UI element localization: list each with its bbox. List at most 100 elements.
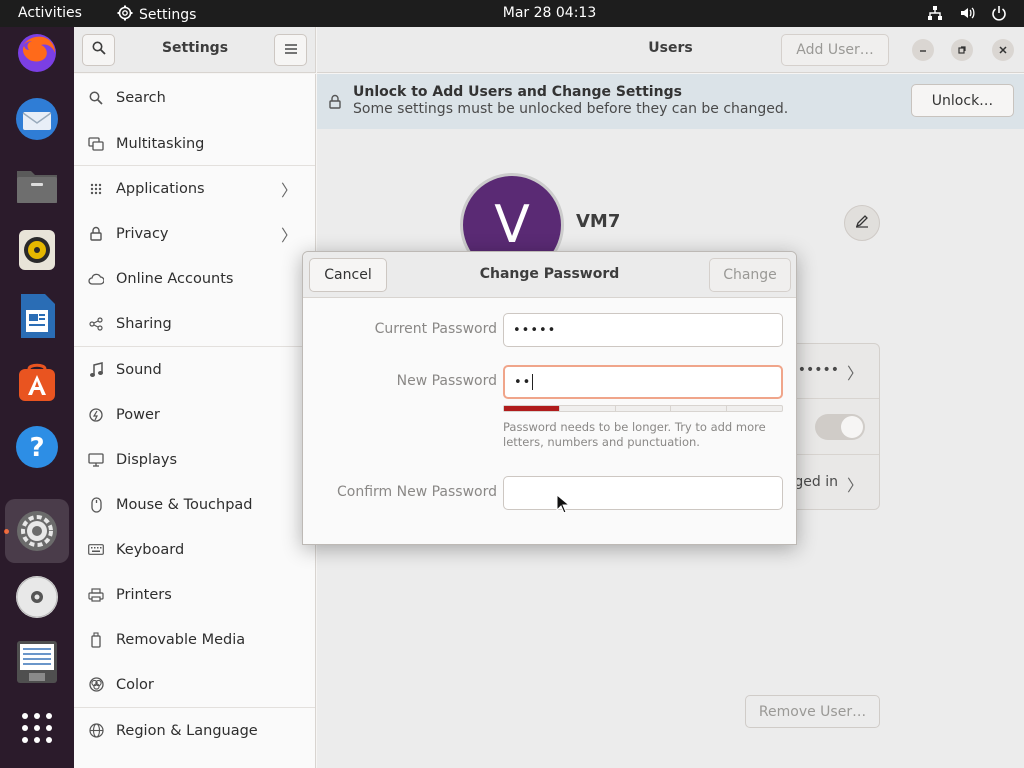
power-icon[interactable]: [990, 4, 1008, 22]
account-activity-value: ged in: [794, 474, 838, 490]
change-button[interactable]: Change: [709, 258, 791, 292]
system-tray[interactable]: [926, 4, 1008, 22]
ubuntu-software-icon[interactable]: [13, 357, 61, 405]
avatar-initial: V: [494, 195, 530, 255]
sidebar-item-label: Displays: [116, 451, 178, 468]
sidebar-item-label: Privacy: [116, 225, 169, 242]
confirm-password-field[interactable]: [503, 476, 783, 510]
sidebar-item-label: Online Accounts: [116, 270, 234, 287]
dvd-icon[interactable]: [13, 573, 61, 621]
text-editor-icon[interactable]: [13, 638, 61, 686]
current-password-field[interactable]: •••••: [503, 313, 783, 347]
remove-user-button[interactable]: Remove User…: [745, 695, 880, 728]
sidebar-item-privacy[interactable]: Privacy 〉: [74, 211, 315, 256]
sidebar-item-label: Printers: [116, 586, 172, 603]
sidebar-item-label: Removable Media: [116, 631, 246, 648]
show-applications-icon[interactable]: [13, 704, 61, 752]
power-icon: [87, 406, 105, 424]
removable-media-icon: [87, 631, 105, 649]
sidebar-item-label: Color: [116, 676, 154, 693]
sidebar-item-mouse-touchpad[interactable]: Mouse & Touchpad: [74, 482, 315, 527]
sidebar-item-applications[interactable]: Applications 〉: [74, 166, 315, 211]
svg-text:?: ?: [29, 433, 44, 463]
content-header: Users Add User…: [317, 27, 1024, 73]
text-cursor: [532, 374, 534, 390]
sidebar-item-sound[interactable]: Sound: [74, 347, 315, 392]
firefox-icon[interactable]: [13, 29, 61, 77]
lock-icon: [329, 94, 341, 113]
network-icon[interactable]: [926, 4, 944, 22]
volume-icon[interactable]: [958, 4, 976, 22]
sidebar-item-search[interactable]: Search: [74, 75, 315, 120]
edit-name-button[interactable]: [844, 205, 880, 241]
new-password-field[interactable]: ••: [503, 365, 783, 399]
password-strength-meter: [503, 405, 783, 412]
strength-segment: [504, 406, 560, 411]
grid-icon: [87, 180, 105, 198]
sidebar-item-label: Sound: [116, 361, 162, 378]
confirm-password-label: Confirm New Password: [336, 484, 497, 500]
sidebar-item-keyboard[interactable]: Keyboard: [74, 527, 315, 572]
sidebar-item-region-language[interactable]: Region & Language: [74, 708, 315, 753]
mouse-icon: [87, 496, 105, 514]
chevron-right-icon: 〉: [280, 180, 297, 200]
sidebar-item-removable-media[interactable]: Removable Media: [74, 617, 315, 662]
files-icon[interactable]: [13, 161, 61, 209]
clock[interactable]: Mar 28 04:13: [0, 5, 1024, 21]
username: VM7: [576, 211, 621, 232]
strength-segment: [616, 406, 672, 411]
libreoffice-writer-icon[interactable]: [13, 292, 61, 340]
sidebar-item-label: Multitasking: [116, 135, 205, 152]
sidebar-item-displays[interactable]: Displays: [74, 437, 315, 482]
sidebar-item-color[interactable]: Color: [74, 662, 315, 707]
rhythmbox-icon[interactable]: [13, 226, 61, 274]
sidebar-item-label: Region & Language: [116, 722, 258, 739]
top-bar: Activities Settings Mar 28 04:13: [0, 0, 1024, 27]
password-hint: Password needs to be longer. Try to add …: [503, 420, 766, 449]
toggle-knob: [841, 416, 863, 438]
unlock-button[interactable]: Unlock…: [911, 84, 1014, 117]
mouse-pointer-icon: [556, 493, 571, 514]
sidebar-item-label: Search: [116, 89, 166, 106]
sidebar-item-sharing[interactable]: Sharing: [74, 301, 315, 346]
search-icon: [87, 89, 105, 107]
current-password-label: Current Password: [374, 321, 497, 337]
color-icon: [87, 676, 105, 694]
lock-icon: [87, 225, 105, 243]
dock: ?: [0, 27, 74, 768]
keyboard-icon: [87, 541, 105, 559]
sidebar-header: Settings: [74, 27, 316, 73]
hamburger-icon: [284, 42, 297, 58]
sidebar: Search Multitasking Applications 〉 Priva…: [74, 74, 316, 768]
thunderbird-icon[interactable]: [13, 95, 61, 143]
cloud-icon: [87, 270, 105, 288]
dialog-header: Cancel Change Password Change: [303, 252, 796, 298]
printer-icon: [87, 586, 105, 604]
sidebar-item-label: Keyboard: [116, 541, 185, 558]
help-icon[interactable]: ?: [13, 423, 61, 471]
add-user-button[interactable]: Add User…: [781, 34, 889, 66]
new-password-label: New Password: [396, 373, 497, 389]
password-value: •••••: [797, 362, 839, 378]
sidebar-item-label: Sharing: [116, 315, 172, 332]
change-password-dialog: Cancel Change Password Change Current Pa…: [302, 251, 797, 545]
sidebar-item-online-accounts[interactable]: Online Accounts: [74, 256, 315, 301]
infobar-subtitle: Some settings must be unlocked before th…: [353, 101, 789, 117]
sidebar-item-multitasking[interactable]: Multitasking: [74, 121, 315, 166]
strength-segment: [727, 406, 782, 411]
chevron-right-icon: 〉: [846, 364, 863, 383]
menu-button[interactable]: [274, 34, 307, 66]
new-password-value: ••: [514, 374, 532, 390]
share-icon: [87, 315, 105, 333]
sidebar-item-printers[interactable]: Printers: [74, 572, 315, 617]
sidebar-item-power[interactable]: Power: [74, 392, 315, 437]
minimize-icon[interactable]: [912, 39, 934, 61]
maximize-icon[interactable]: [951, 39, 973, 61]
current-password-value: •••••: [513, 322, 557, 338]
settings-dock-icon[interactable]: [5, 499, 69, 563]
multitasking-icon: [87, 135, 105, 153]
strength-segment: [671, 406, 728, 411]
automatic-login-toggle[interactable]: [815, 414, 865, 440]
close-icon[interactable]: [992, 39, 1014, 61]
sidebar-item-label: Applications: [116, 180, 205, 197]
